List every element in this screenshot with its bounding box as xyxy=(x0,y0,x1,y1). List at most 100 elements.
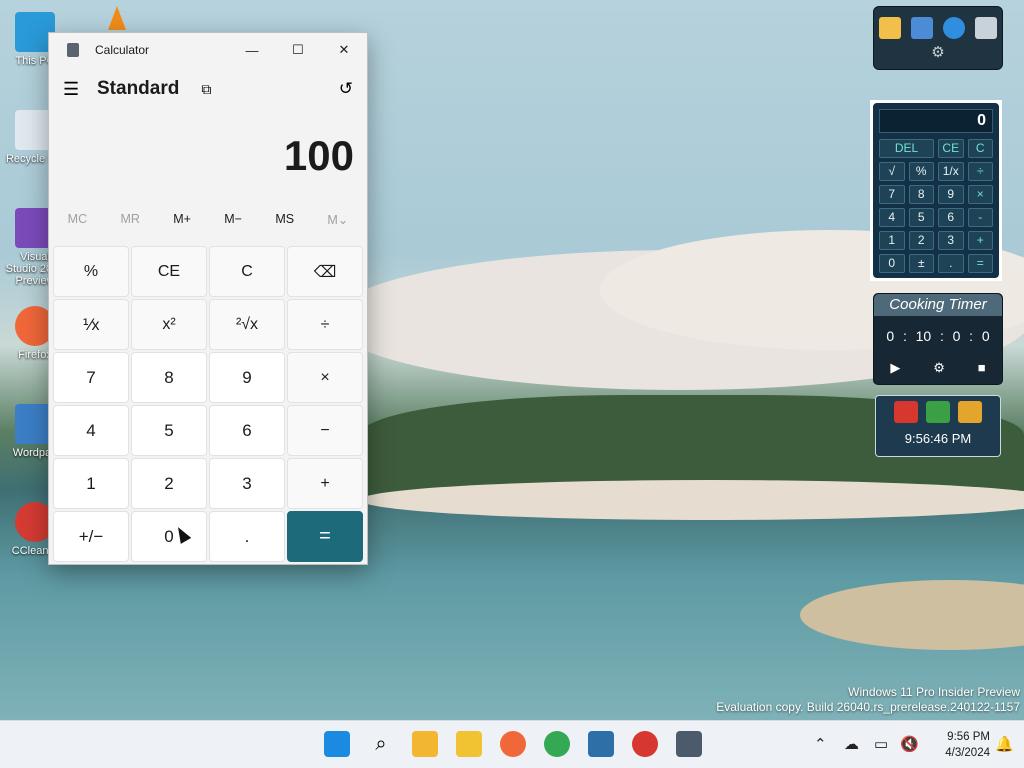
keep-on-top-icon[interactable]: ⧉ xyxy=(201,81,211,98)
history-icon[interactable]: ↺ xyxy=(339,79,353,99)
gadget-calc-key[interactable]: ± xyxy=(908,254,934,273)
build-watermark: Windows 11 Pro Insider Preview Evaluatio… xyxy=(716,685,1020,715)
power-icon[interactable] xyxy=(894,401,918,423)
timer-title: Cooking Timer xyxy=(874,294,1002,316)
ccleaner-icon[interactable] xyxy=(632,731,658,757)
volume-muted-icon[interactable]: 🔇 xyxy=(900,735,919,753)
display-icon[interactable]: ▭ xyxy=(874,735,888,753)
gadget-calc-key[interactable]: 3 xyxy=(938,231,964,250)
key-button[interactable]: x² xyxy=(131,299,207,350)
gadget-calc-key[interactable]: 1/x xyxy=(938,162,964,181)
stop-icon[interactable]: ■ xyxy=(978,360,986,376)
chrome-icon[interactable] xyxy=(544,731,570,757)
gadget-calc-key[interactable]: 6 xyxy=(938,208,964,227)
key-button[interactable]: 2 xyxy=(131,458,207,509)
gadget-calc-key[interactable]: DEL xyxy=(879,139,934,158)
explorer-preview-icon[interactable] xyxy=(412,731,438,757)
internet-explorer-icon[interactable] xyxy=(943,17,965,39)
calculator-icon[interactable] xyxy=(676,731,702,757)
gear-icon[interactable]: ⚙ xyxy=(874,43,1002,61)
keypad: % CE C ⌫ ⅟x x² ²√x ÷ 7 8 9 × 4 5 6− 1 2 3 + +/− 0. = xyxy=(53,246,365,562)
memory-button[interactable]: MS xyxy=(275,212,294,226)
gadget-calc-key[interactable]: 0 xyxy=(879,254,905,273)
network-disconnected-icon[interactable]: ☁ xyxy=(844,735,859,753)
memory-button[interactable]: M− xyxy=(224,212,242,226)
firefox-icon[interactable] xyxy=(500,731,526,757)
folder-icon[interactable] xyxy=(879,17,901,39)
recycle-bin-icon[interactable] xyxy=(975,17,997,39)
play-icon[interactable]: ▶ xyxy=(890,360,900,376)
key-button[interactable]: 7 xyxy=(53,352,129,403)
gadget-calc-key[interactable]: CE xyxy=(938,139,964,158)
gadget-calc-key[interactable]: 1 xyxy=(879,231,905,250)
memory-button[interactable]: MC xyxy=(68,212,87,226)
memory-button[interactable]: M⌄ xyxy=(327,212,348,227)
shoreline xyxy=(360,480,1024,520)
key-button[interactable]: 6 xyxy=(209,405,285,456)
key-button[interactable]: − xyxy=(287,405,363,456)
gadget-calc-key[interactable]: √ xyxy=(879,162,905,181)
memory-button[interactable]: M+ xyxy=(173,212,191,226)
key-button[interactable]: 3 xyxy=(209,458,285,509)
timer-value: : xyxy=(902,328,907,344)
gear-icon[interactable]: ⚙ xyxy=(933,360,945,376)
key-button[interactable]: 8 xyxy=(131,352,207,403)
key-button[interactable]: % xyxy=(53,246,129,297)
timer-value: 10 xyxy=(915,328,932,344)
maximize-button[interactable]: ☐ xyxy=(275,33,321,67)
file-explorer-icon[interactable] xyxy=(456,731,482,757)
gadget-calc-key[interactable]: ÷ xyxy=(967,162,993,181)
vlc-icon[interactable] xyxy=(108,6,126,30)
gadget-calc-key[interactable]: 5 xyxy=(908,208,934,227)
key-button[interactable]: ⅟x xyxy=(53,299,129,350)
timer-value: 0 xyxy=(886,328,895,344)
gadget-calc-key[interactable]: % xyxy=(908,162,934,181)
key-button[interactable]: C xyxy=(209,246,285,297)
network-icon[interactable] xyxy=(911,17,933,39)
gadget-calc-key[interactable]: 4 xyxy=(879,208,905,227)
key-button[interactable]: 9 xyxy=(209,352,285,403)
key-button[interactable]: ÷ xyxy=(287,299,363,350)
key-button[interactable]: 0 xyxy=(131,511,207,562)
hamburger-menu-icon[interactable]: ☰ xyxy=(63,79,83,100)
gadget-calc-key[interactable]: 2 xyxy=(908,231,934,250)
key-button[interactable]: CE xyxy=(131,246,207,297)
gadget-calc-display: 0 xyxy=(879,109,993,133)
calculator-gadget: 0 DEL CE C √% 1/x ÷ 7 8 9 × 4 5 6-1 2 3 +0 ±. = xyxy=(870,100,1002,281)
photos-icon[interactable] xyxy=(588,731,614,757)
minimize-button[interactable]: — xyxy=(229,33,275,67)
chevron-up-icon[interactable]: ⌃ xyxy=(814,735,827,753)
close-button[interactable]: ✕ xyxy=(321,33,367,67)
key-button[interactable]: 5 xyxy=(131,405,207,456)
gadget-calc-key[interactable]: + xyxy=(967,231,993,250)
gadget-calc-key[interactable]: 8 xyxy=(908,185,934,204)
watermark-line2: Evaluation copy. Build 26040.rs_prerelea… xyxy=(716,700,1020,714)
calculator-window: Calculator — ☐ ✕ ☰ Standard ⧉ ↺ 100 MC MR… xyxy=(48,32,368,565)
taskbar-clock[interactable]: 9:56 PM 4/3/2024 xyxy=(945,729,990,761)
timer-value: : xyxy=(939,328,944,344)
gadget-calc-key[interactable]: 9 xyxy=(938,185,964,204)
notification-bell-icon[interactable]: 🔔 xyxy=(995,735,1014,753)
start-icon[interactable] xyxy=(324,731,350,757)
title-bar[interactable]: Calculator — ☐ ✕ xyxy=(49,33,367,67)
gadget-calc-key[interactable]: - xyxy=(967,208,993,227)
lock-icon[interactable] xyxy=(958,401,982,423)
sleep-icon[interactable] xyxy=(926,401,950,423)
memory-button[interactable]: MR xyxy=(120,212,139,226)
key-button[interactable]: 1 xyxy=(53,458,129,509)
key-button[interactable]: ⌫ xyxy=(287,246,363,297)
key-button[interactable]: × xyxy=(287,352,363,403)
key-button[interactable]: = xyxy=(287,511,363,562)
key-button[interactable]: 4 xyxy=(53,405,129,456)
gadget-calc-key[interactable]: × xyxy=(967,185,993,204)
key-button[interactable]: +/− xyxy=(53,511,129,562)
key-button[interactable]: + xyxy=(287,458,363,509)
gadget-calc-key[interactable]: 7 xyxy=(879,185,905,204)
key-button[interactable]: ²√x xyxy=(209,299,285,350)
gadget-calc-key[interactable]: = xyxy=(967,254,993,273)
search-icon[interactable]: ⌕ xyxy=(368,731,394,757)
key-button[interactable]: . xyxy=(209,511,285,562)
gadget-calc-key[interactable]: C xyxy=(967,139,993,158)
gadget-calc-key[interactable]: . xyxy=(938,254,964,273)
taskbar-time: 9:56 PM xyxy=(947,731,990,743)
